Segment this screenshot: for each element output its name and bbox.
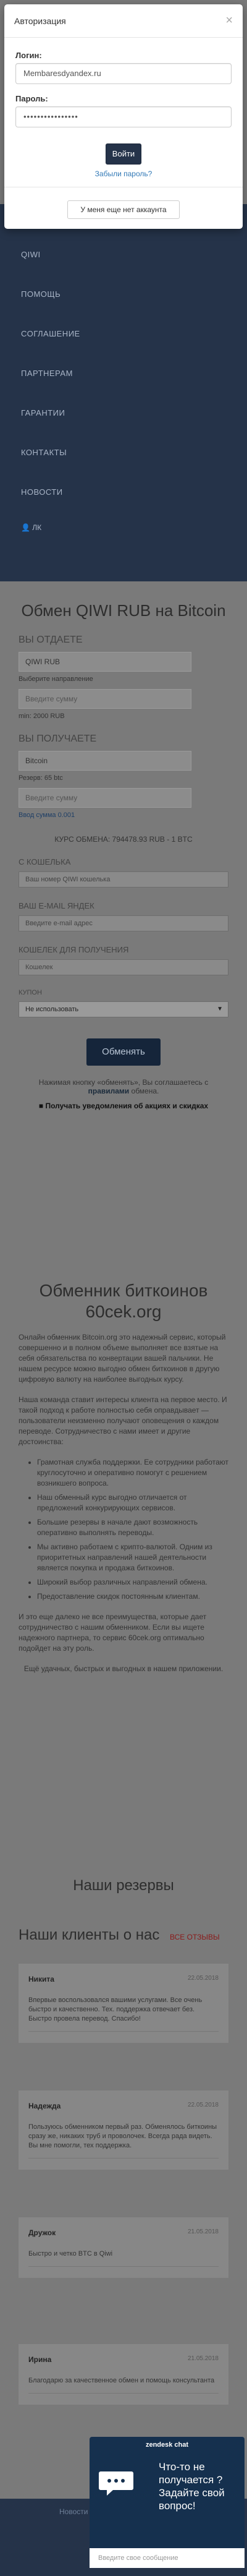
login-modal: Авторизация × Логин: Membaresdyandex.ru …	[4, 4, 243, 229]
receive-wallet-label: КОШЕЛЕК ДЛЯ ПОЛУЧЕНИЯ	[19, 945, 129, 954]
review-text: Впервые воспользовался вашими услугами. …	[28, 1996, 203, 2022]
footer-news-link[interactable]: Новости	[59, 2507, 88, 2516]
receive-wallet-placeholder: Кошелек	[25, 964, 53, 971]
notify-checkbox-row[interactable]: ■ Получать уведомления об акциях и скидк…	[19, 1102, 228, 1110]
receive-wallet-input[interactable]: Кошелек	[19, 959, 228, 975]
login-label: Логин:	[15, 51, 42, 60]
review-card: Ирина 21.05.2018 Благодарю за качественн…	[19, 2344, 228, 2405]
clients-title: Наши клиенты о нас	[19, 1927, 160, 1943]
exchange-note: Нажимая кнопку «обменять», Вы соглашаете…	[19, 1078, 228, 1095]
get-min: Ввод сумма 0.001	[19, 811, 75, 819]
note-pre: Нажимая кнопку «обменять», Вы соглашаете…	[38, 1078, 209, 1087]
about-title: Обменник биткоинов 60cek.org	[39, 1281, 208, 1321]
modal-title: Авторизация	[14, 16, 66, 26]
give-currency-select[interactable]: QIWI RUB	[19, 652, 191, 672]
notify-label: Получать уведомления об акциях и скидках	[45, 1102, 209, 1110]
close-icon[interactable]: ×	[225, 14, 233, 27]
review-date: 21.05.2018	[187, 2228, 219, 2235]
nav-item-agreement[interactable]: СОГЛАШЕНИЕ	[0, 314, 247, 354]
wallet-label: С КОШЕЛЬКА	[19, 857, 71, 867]
review-date: 21.05.2018	[187, 2355, 219, 2362]
reserves-title: Наши резервы	[73, 1877, 174, 1894]
review-date: 22.05.2018	[187, 1975, 219, 1982]
email-input[interactable]: Введите e-mail адрес	[19, 915, 228, 931]
nav-item-news[interactable]: НОВОСТИ	[0, 473, 247, 512]
login-input[interactable]: Membaresdyandex.ru	[15, 63, 232, 84]
get-amount-input[interactable]: Введите сумму	[19, 788, 191, 808]
give-note: Выберите направление	[19, 675, 93, 683]
chat-message: Что-то не получается ? Задайте свой вопр…	[159, 2461, 225, 2512]
wallet-placeholder: Ваш номер QIWI кошелька	[25, 876, 111, 883]
review-date: 22.05.2018	[187, 2102, 219, 2108]
get-label: ВЫ ПОЛУЧАЕТЕ	[19, 734, 97, 744]
nav-item-partners[interactable]: ПАРТНЕРАМ	[0, 354, 247, 393]
nav-user-label: ЛК	[32, 523, 42, 532]
coupon-label: КУПОН	[19, 989, 42, 996]
review-text: Быстро и четко BTC в Qiwi	[28, 2250, 113, 2257]
main-nav: О СЕРВИСЕ QIWI ПОМОЩЬ СОГЛАШЕНИЕ ПАРТНЕР…	[0, 204, 247, 581]
modal-header: Авторизация ×	[4, 4, 243, 38]
chat-header[interactable]: zendesk chat	[90, 2437, 245, 2453]
nav-item-qiwi[interactable]: QIWI	[0, 235, 247, 275]
get-currency-select[interactable]: Bitcoin	[19, 751, 191, 771]
coupon-select[interactable]: Не использовать ▼	[19, 1001, 228, 1017]
divider	[28, 2266, 219, 2267]
login-button[interactable]: Войти	[106, 143, 141, 165]
exchange-form: Обмен QIWI RUB на Bitcoin ВЫ ОТДАЕТЕ QIW…	[19, 588, 228, 1110]
wallet-input[interactable]: Ваш номер QIWI кошелька	[19, 871, 228, 888]
give-label: ВЫ ОТДАЕТЕ	[19, 635, 83, 645]
all-reviews-link[interactable]: все отзывы	[170, 1933, 220, 1941]
about-p3: И это еще далеко не все преимущества, ко…	[19, 1612, 207, 1653]
about-p2: Наша команда ставит интересы клиента на …	[19, 1395, 227, 1446]
give-amount-input[interactable]: Введите сумму	[19, 689, 191, 709]
password-input[interactable]: ••••••••••••••••	[15, 106, 232, 127]
nav-user-account[interactable]: 👤 ЛК	[0, 512, 247, 543]
get-reserve: Резерв: 65 btc	[19, 774, 63, 782]
note-post: обмена.	[129, 1087, 159, 1095]
exchange-title: Обмен QIWI RUB на Bitcoin	[21, 601, 226, 620]
page-background: О СЕРВИСЕ QIWI ПОМОЩЬ СОГЛАШЕНИЕ ПАРТНЕР…	[0, 0, 247, 2576]
about-list-item: Большие резервы в начале дают возможност…	[37, 1517, 228, 1538]
exchange-rate: КУРС ОБМЕНА: 794478.93 RUB - 1 BTC	[54, 835, 193, 844]
review-card: Дружок 21.05.2018 Быстро и четко BTC в Q…	[19, 2217, 228, 2278]
user-icon: 👤	[21, 523, 30, 532]
nav-item-guarantees[interactable]: ГАРАНТИИ	[0, 393, 247, 433]
forgot-password-link[interactable]: Забыли пароль?	[4, 169, 243, 178]
clients-header: Наши клиенты о нас все отзывы	[19, 1927, 220, 1944]
exchange-button[interactable]: Обменять	[86, 1038, 161, 1066]
about-list-item: Предоставление скидок постоянным клиента…	[37, 1591, 228, 1602]
chat-widget[interactable]: zendesk chat Что-то не получается ? Зада…	[90, 2437, 245, 2568]
email-label: ВАШ E-MAIL ЯНДЕК	[19, 901, 94, 910]
about-p1: Онлайн обменник Bitcoin.org это надежный…	[19, 1333, 226, 1384]
give-max: min: 2000 RUB	[19, 712, 65, 720]
nav-item-help[interactable]: ПОМОЩЬ	[0, 275, 247, 314]
about-list-item: Грамотная служба поддержки. Ее сотрудник…	[37, 1457, 228, 1489]
chat-bubble-icon	[99, 2471, 133, 2496]
about-list-item: Наш обменный курс выгодно отличается от …	[37, 1492, 228, 1513]
nav-item-contacts[interactable]: КОНТАКТЫ	[0, 433, 247, 473]
coupon-value: Не использовать	[25, 1006, 79, 1013]
chat-input[interactable]: Введите свое сообщение	[90, 2548, 245, 2568]
checkbox-icon[interactable]: ■	[39, 1102, 43, 1110]
review-card: Надежда 22.05.2018 Пользуюсь обменником …	[19, 2090, 228, 2170]
about-list-item: Широкий выбор различных направлений обме…	[37, 1577, 228, 1588]
email-placeholder: Введите e-mail адрес	[25, 920, 93, 927]
chevron-down-icon: ▼	[217, 1006, 223, 1012]
about-list-item: Мы активно работаем с крипто-валютой. Од…	[37, 1542, 228, 1573]
about-section: Обменник биткоинов 60cek.org Онлайн обме…	[19, 1280, 228, 1674]
divider	[28, 2158, 219, 2159]
review-text: Пользуюсь обменником первый раз. Обменял…	[28, 2123, 217, 2149]
rules-link[interactable]: правилами	[88, 1087, 130, 1095]
review-text: Благодарю за качественное обмен и помощь…	[28, 2377, 215, 2384]
review-card: Никита 22.05.2018 Впервые воспользовался…	[19, 1964, 228, 2043]
password-label: Пароль:	[15, 94, 48, 103]
divider	[28, 2031, 219, 2032]
about-list: Грамотная служба поддержки. Ее сотрудник…	[37, 1457, 228, 1602]
about-p4: Ещё удачных, быстрых и выгодных в нашем …	[23, 1664, 224, 1673]
no-account-button[interactable]: У меня еще нет аккаунта	[67, 200, 180, 219]
divider	[28, 2393, 219, 2394]
